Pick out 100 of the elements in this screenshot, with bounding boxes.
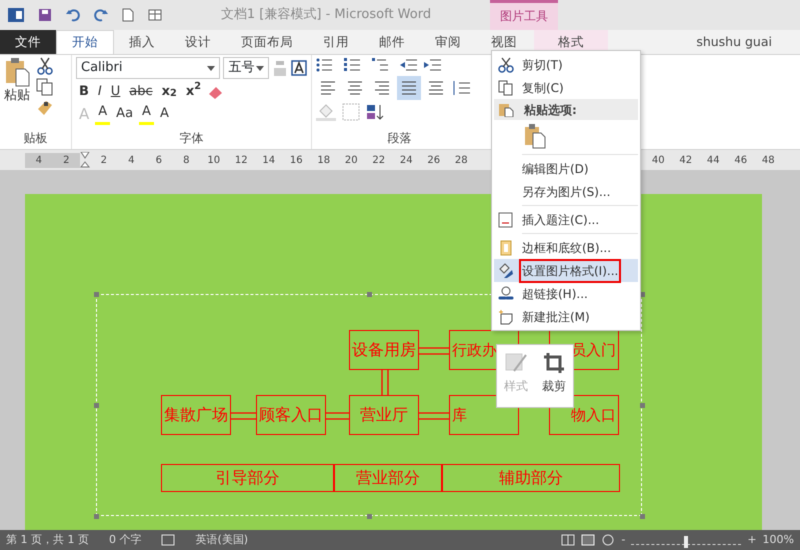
align-icon xyxy=(320,79,336,97)
box-label: 行政办 xyxy=(452,340,497,361)
ruler-number: 28 xyxy=(454,154,469,168)
resize-handle[interactable] xyxy=(94,514,99,519)
resize-handle[interactable] xyxy=(367,292,372,297)
zoom-in-button[interactable]: + xyxy=(747,532,757,548)
clipboard-icon xyxy=(4,57,30,87)
ruler-number: 16 xyxy=(288,154,304,168)
zoom-thumb[interactable] xyxy=(684,536,688,548)
menu-item[interactable]: 插入题注(C)... xyxy=(494,208,638,231)
zoom-percent[interactable]: 100% xyxy=(762,532,794,548)
format-painter-icon[interactable] xyxy=(36,99,54,117)
ribbon-tab[interactable]: 文件 xyxy=(0,30,56,54)
format-button[interactable]: A xyxy=(156,104,172,124)
font-name-field[interactable]: Calibri xyxy=(76,57,220,79)
page-border-icon xyxy=(498,240,514,256)
comment-icon xyxy=(498,308,514,324)
menu-item[interactable]: 复制(C) xyxy=(494,76,638,99)
copy-icon[interactable] xyxy=(36,78,54,96)
word-icon[interactable] xyxy=(8,7,24,23)
crop-icon xyxy=(542,351,566,375)
undo-icon[interactable] xyxy=(66,8,80,22)
sort-icon[interactable] xyxy=(366,103,384,121)
resize-handle[interactable] xyxy=(367,514,372,519)
increase-indent-icon[interactable] xyxy=(424,57,442,73)
format-picture-icon xyxy=(498,262,514,278)
user-name[interactable]: shushu guai xyxy=(696,30,800,54)
align-button[interactable] xyxy=(397,76,421,100)
box-label: 库 xyxy=(452,404,467,426)
ribbon-tab[interactable]: 审阅 xyxy=(420,30,476,54)
box-label: 集散广场 xyxy=(164,404,228,426)
zoom-out-button[interactable]: - xyxy=(621,532,626,548)
paste-button[interactable]: 粘贴 xyxy=(4,57,30,117)
character-border-icon[interactable] xyxy=(291,60,307,76)
contextual-tab-label: 图片工具 xyxy=(490,0,558,30)
table-icon[interactable] xyxy=(148,8,162,22)
ribbon-tab[interactable]: 插入 xyxy=(114,30,170,54)
read-mode-icon[interactable] xyxy=(561,534,576,546)
menu-item[interactable]: 剪切(T) xyxy=(494,53,638,76)
ribbon-tab[interactable]: 视图 xyxy=(476,30,532,54)
format-button[interactable]: B xyxy=(76,82,92,102)
box-label: 营业部分 xyxy=(356,467,420,489)
align-icon xyxy=(428,79,444,97)
save-icon[interactable] xyxy=(38,8,52,22)
dropdown-icon xyxy=(256,66,264,70)
box-label: 设备用房 xyxy=(352,339,416,361)
ruler-number: 10 xyxy=(206,154,222,168)
ribbon-tab[interactable]: 页面布局 xyxy=(226,30,308,54)
box-label: 营业厅 xyxy=(360,404,408,426)
ribbon-tab[interactable]: 开始 xyxy=(56,30,114,54)
menu-item[interactable]: 新建批注(M) xyxy=(494,305,638,328)
format-button[interactable]: A xyxy=(95,102,110,125)
ruler-number: 48 xyxy=(760,154,776,168)
resize-handle[interactable] xyxy=(94,292,99,297)
box-label: 员入门 xyxy=(571,340,616,361)
format-button[interactable]: A xyxy=(139,102,154,125)
resize-handle[interactable] xyxy=(640,514,645,519)
cut-icon[interactable] xyxy=(36,57,54,75)
align-icon xyxy=(401,79,417,97)
font-size-field[interactable]: 五号 xyxy=(223,57,269,79)
proofing-icon[interactable] xyxy=(161,534,176,546)
box-label: 辅助部分 xyxy=(499,467,563,489)
align-icon xyxy=(347,79,363,97)
format-button[interactable]: x$_{2}$ xyxy=(158,82,180,102)
ruler-number: 8 xyxy=(182,154,190,168)
paste-option-icon[interactable] xyxy=(524,123,546,149)
format-button[interactable]: abc xyxy=(126,82,156,102)
print-layout-icon[interactable] xyxy=(581,534,596,546)
resize-handle[interactable] xyxy=(94,403,99,408)
dropdown-icon xyxy=(207,66,216,70)
menu-item[interactable]: 设置图片格式(I)... xyxy=(494,259,638,282)
format-button[interactable]: U xyxy=(108,82,124,102)
window-title: 文档1 [兼容模式] - Microsoft Word xyxy=(220,6,432,24)
copy-icon xyxy=(498,80,514,96)
redo-icon[interactable] xyxy=(94,8,108,22)
line-spacing-icon[interactable] xyxy=(451,79,471,97)
menu-item[interactable]: 边框和底纹(B)... xyxy=(494,236,638,259)
format-button[interactable]: x$^{2}$ xyxy=(182,82,204,102)
menu-item[interactable]: 超链接(H)... xyxy=(494,282,638,305)
status-text: 英语(美国) xyxy=(195,532,248,548)
format-button[interactable]: I xyxy=(94,82,105,102)
resize-handle[interactable] xyxy=(640,403,645,408)
decrease-indent-icon[interactable] xyxy=(400,57,418,73)
ribbon-tab[interactable]: 邮件 xyxy=(364,30,420,54)
format-button[interactable]: Aa xyxy=(113,104,136,124)
ribbon-tab[interactable]: 设计 xyxy=(170,30,226,54)
document-icon[interactable] xyxy=(122,8,134,22)
align-icon xyxy=(374,79,390,97)
ruler-number: 12 xyxy=(234,154,249,168)
ruler-number: 26 xyxy=(426,154,442,168)
toolbar-button[interactable]: 裁剪 xyxy=(540,351,568,407)
ruler-number: 6 xyxy=(154,154,163,168)
cut-icon xyxy=(498,56,514,72)
caption-icon xyxy=(498,212,514,228)
menu-item[interactable]: 编辑图片(D) xyxy=(494,157,638,180)
web-layout-icon[interactable] xyxy=(601,534,616,546)
status-text: 0 个字 xyxy=(108,532,142,548)
menu-item[interactable]: 另存为图片(S)... xyxy=(494,180,638,203)
ruler-number: 2 xyxy=(100,154,108,168)
ribbon-tab[interactable]: 引用 xyxy=(308,30,364,54)
